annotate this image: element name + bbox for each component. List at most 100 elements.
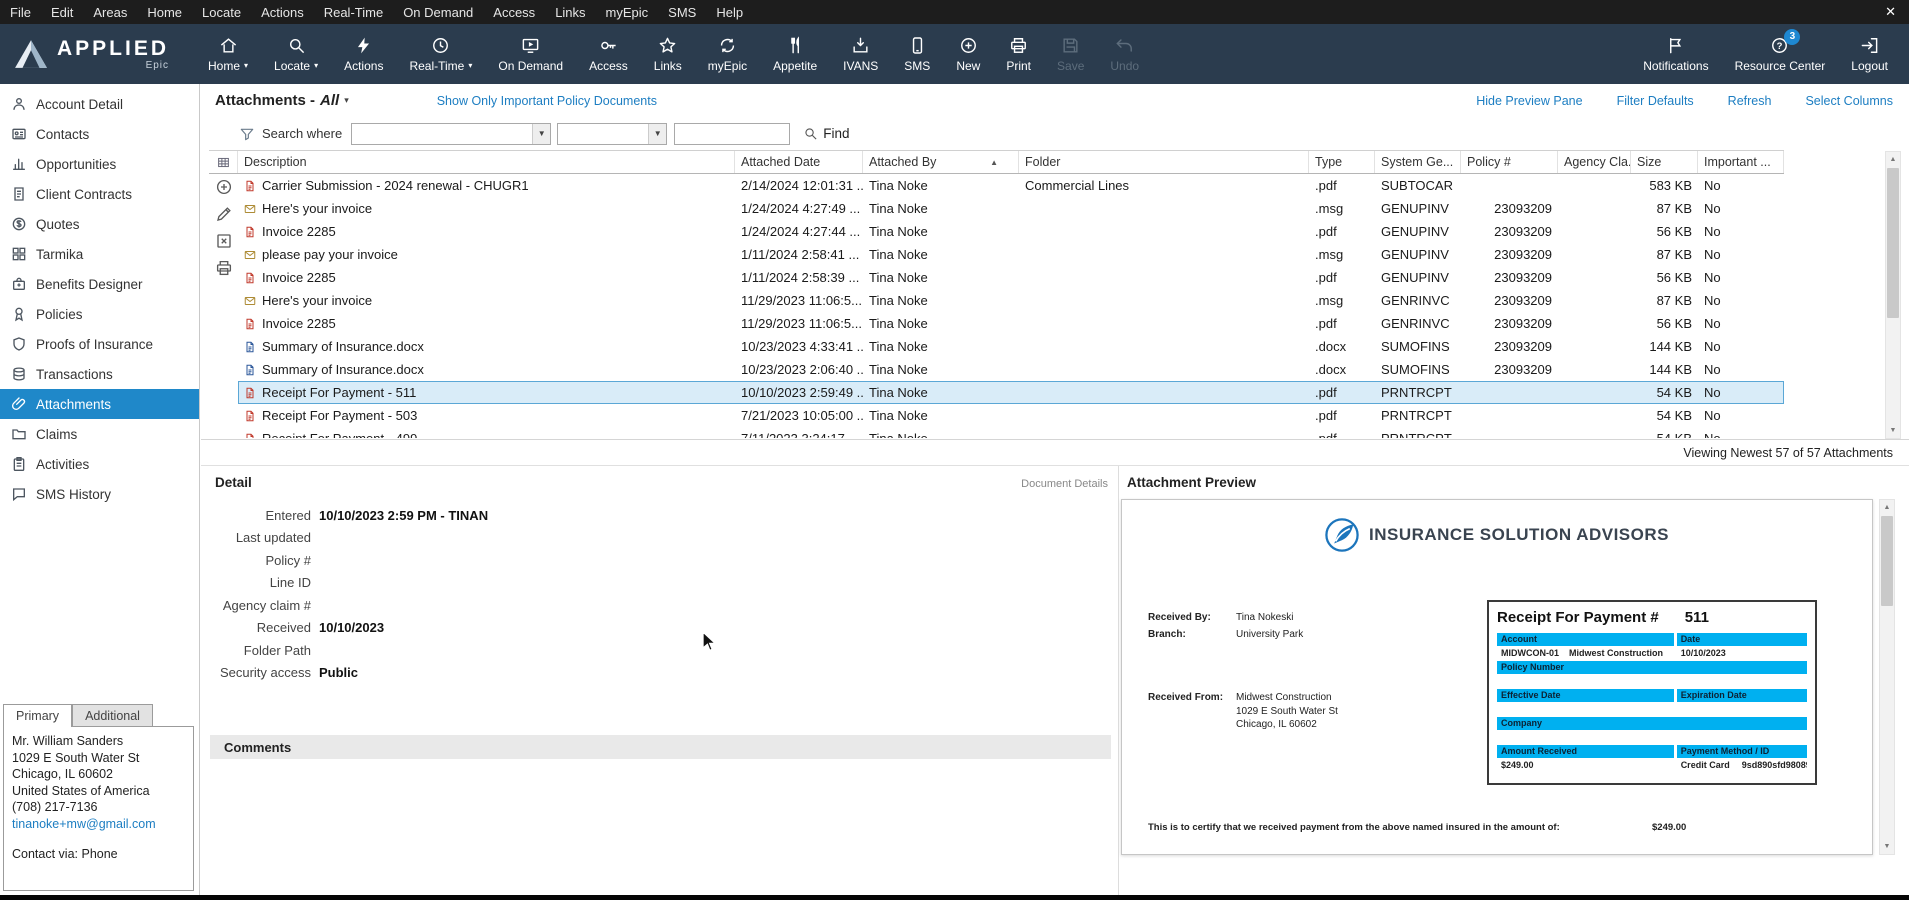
table-row[interactable]: Here's your invoice 1/24/2024 4:27:49 ..…: [238, 197, 1784, 220]
table-row[interactable]: Invoice 2285 1/24/2024 4:27:44 ... Tina …: [238, 220, 1784, 243]
menubar-item[interactable]: Areas: [83, 0, 137, 24]
toolbar-new-button[interactable]: New: [943, 24, 993, 84]
sidebar-item-benefits-designer[interactable]: Benefits Designer: [0, 269, 199, 299]
toolbar-locate-button[interactable]: Locate▾: [261, 24, 331, 84]
table-row[interactable]: Receipt For Payment - 503 7/21/2023 10:0…: [238, 404, 1784, 427]
table-row[interactable]: Receipt For Payment - 499 7/11/2023 3:24…: [238, 427, 1784, 438]
document-details-label[interactable]: Document Details: [1021, 478, 1108, 490]
toolbar-save-button[interactable]: Save: [1044, 24, 1097, 84]
resource-center-button[interactable]: 3 Resource Center: [1722, 24, 1839, 84]
find-button[interactable]: Find: [803, 126, 849, 141]
menubar-item[interactable]: SMS: [658, 0, 706, 24]
scroll-down-icon[interactable]: ▼: [1880, 839, 1894, 854]
table-row[interactable]: Carrier Submission - 2024 renewal - CHUG…: [238, 174, 1784, 197]
key-icon: [599, 36, 618, 55]
table-row[interactable]: Invoice 2285 11/29/2023 11:06:5... Tina …: [238, 312, 1784, 335]
sidebar-item-attachments[interactable]: Attachments: [0, 389, 199, 419]
sidebar-item-contacts[interactable]: Contacts: [0, 119, 199, 149]
toolbar-undo-button[interactable]: Undo: [1097, 24, 1152, 84]
table-row[interactable]: Summary of Insurance.docx 10/23/2023 4:3…: [238, 335, 1784, 358]
sidebar-item-quotes[interactable]: Quotes: [0, 209, 199, 239]
select-columns-link[interactable]: Select Columns: [1805, 94, 1893, 108]
menubar-item[interactable]: myEpic: [596, 0, 659, 24]
sidebar-item-account-detail[interactable]: Account Detail: [0, 89, 199, 119]
chevron-down-icon[interactable]: ▾: [344, 95, 349, 106]
sidebar-item-transactions[interactable]: Transactions: [0, 359, 199, 389]
scroll-up-icon[interactable]: ▲: [1886, 152, 1900, 167]
table-row[interactable]: Receipt For Payment - 511 10/10/2023 2:5…: [238, 381, 1784, 404]
edit-attachment-button[interactable]: [215, 205, 233, 223]
column-header-icon[interactable]: [209, 151, 238, 173]
sidebar-item-client-contracts[interactable]: Client Contracts: [0, 179, 199, 209]
menubar-item[interactable]: On Demand: [393, 0, 483, 24]
toolbar-sms-button[interactable]: SMS: [891, 24, 943, 84]
column-header-description[interactable]: Description: [238, 151, 735, 173]
column-header-system-generated[interactable]: System Ge...: [1375, 151, 1461, 173]
search-field-dropdown[interactable]: ▼: [351, 123, 551, 145]
notifications-button[interactable]: Notifications: [1630, 24, 1721, 84]
column-header-agency-claim[interactable]: Agency Cla...: [1558, 151, 1631, 173]
sidebar-item-opportunities[interactable]: Opportunities: [0, 149, 199, 179]
table-row[interactable]: Invoice 2285 1/11/2024 2:58:39 ... Tina …: [238, 266, 1784, 289]
menubar-item[interactable]: Locate: [192, 0, 251, 24]
toolbar-links-button[interactable]: Links: [641, 24, 695, 84]
contact-email-link[interactable]: tinanoke+mw@gmail.com: [12, 816, 185, 833]
filter-defaults-link[interactable]: Filter Defaults: [1617, 94, 1694, 108]
sidebar-item-activities[interactable]: Activities: [0, 449, 199, 479]
filter-funnel-icon[interactable]: [239, 126, 255, 142]
toolbar-home-button[interactable]: Home▾: [195, 24, 261, 84]
logout-button[interactable]: Logout: [1838, 24, 1901, 84]
table-scrollbar[interactable]: ▲ ▼: [1885, 151, 1901, 439]
search-operator-dropdown[interactable]: ▼: [557, 123, 667, 145]
sidebar-item-claims[interactable]: Claims: [0, 419, 199, 449]
search-value-input[interactable]: [674, 123, 790, 145]
menubar-item[interactable]: Edit: [41, 0, 83, 24]
column-header-type[interactable]: Type: [1309, 151, 1375, 173]
toolbar-print-button[interactable]: Print: [993, 24, 1044, 84]
toolbar-ivans-button[interactable]: IVANS: [830, 24, 891, 84]
attachments-view-selector[interactable]: All: [320, 92, 339, 109]
menubar-item[interactable]: Home: [137, 0, 192, 24]
table-row[interactable]: Summary of Insurance.docx 10/23/2023 2:0…: [238, 358, 1784, 381]
scrollbar-thumb[interactable]: [1881, 516, 1893, 606]
column-header-policy[interactable]: Policy #: [1461, 151, 1558, 173]
add-attachment-button[interactable]: [215, 178, 233, 196]
menubar-item[interactable]: Actions: [251, 0, 314, 24]
toolbar-access-button[interactable]: Access: [576, 24, 641, 84]
table-row[interactable]: please pay your invoice 1/11/2024 2:58:4…: [238, 243, 1784, 266]
toolbar-actions-button[interactable]: Actions: [331, 24, 396, 84]
chevron-down-icon[interactable]: ▼: [648, 124, 666, 144]
window-close-button[interactable]: ✕: [1872, 4, 1909, 20]
toolbar-on-demand-button[interactable]: On Demand: [485, 24, 576, 84]
hide-preview-pane-link[interactable]: Hide Preview Pane: [1476, 94, 1582, 108]
menubar-item[interactable]: Help: [706, 0, 753, 24]
column-header-attached-date[interactable]: Attached Date: [735, 151, 863, 173]
chevron-down-icon[interactable]: ▼: [532, 124, 550, 144]
refresh-link[interactable]: Refresh: [1728, 94, 1772, 108]
menubar-item[interactable]: File: [0, 0, 41, 24]
column-header-attached-by[interactable]: Attached By▲: [863, 151, 1019, 173]
show-important-policy-documents-link[interactable]: Show Only Important Policy Documents: [437, 94, 657, 108]
column-header-size[interactable]: Size: [1631, 151, 1698, 173]
delete-attachment-button[interactable]: [215, 232, 233, 250]
scroll-down-icon[interactable]: ▼: [1886, 423, 1900, 438]
scroll-up-icon[interactable]: ▲: [1880, 500, 1894, 515]
column-header-folder[interactable]: Folder: [1019, 151, 1309, 173]
menubar-item[interactable]: Access: [483, 0, 545, 24]
print-attachment-button[interactable]: [215, 259, 233, 277]
column-header-important[interactable]: Important ...: [1698, 151, 1784, 173]
sidebar-item-proofs-of-insurance[interactable]: Proofs of Insurance: [0, 329, 199, 359]
tab-additional[interactable]: Additional: [72, 704, 153, 726]
sidebar-item-sms-history[interactable]: SMS History: [0, 479, 199, 509]
menubar-item[interactable]: Real-Time: [314, 0, 393, 24]
sidebar-item-policies[interactable]: Policies: [0, 299, 199, 329]
tab-primary[interactable]: Primary: [3, 704, 72, 727]
sidebar-item-tarmika[interactable]: Tarmika: [0, 239, 199, 269]
scrollbar-thumb[interactable]: [1887, 168, 1899, 318]
toolbar-myepic-button[interactable]: myEpic: [695, 24, 760, 84]
table-row[interactable]: Here's your invoice 11/29/2023 11:06:5..…: [238, 289, 1784, 312]
toolbar-real-time-button[interactable]: Real-Time▾: [396, 24, 485, 84]
toolbar-appetite-button[interactable]: Appetite: [760, 24, 830, 84]
preview-scrollbar[interactable]: ▲ ▼: [1879, 499, 1895, 855]
menubar-item[interactable]: Links: [545, 0, 595, 24]
